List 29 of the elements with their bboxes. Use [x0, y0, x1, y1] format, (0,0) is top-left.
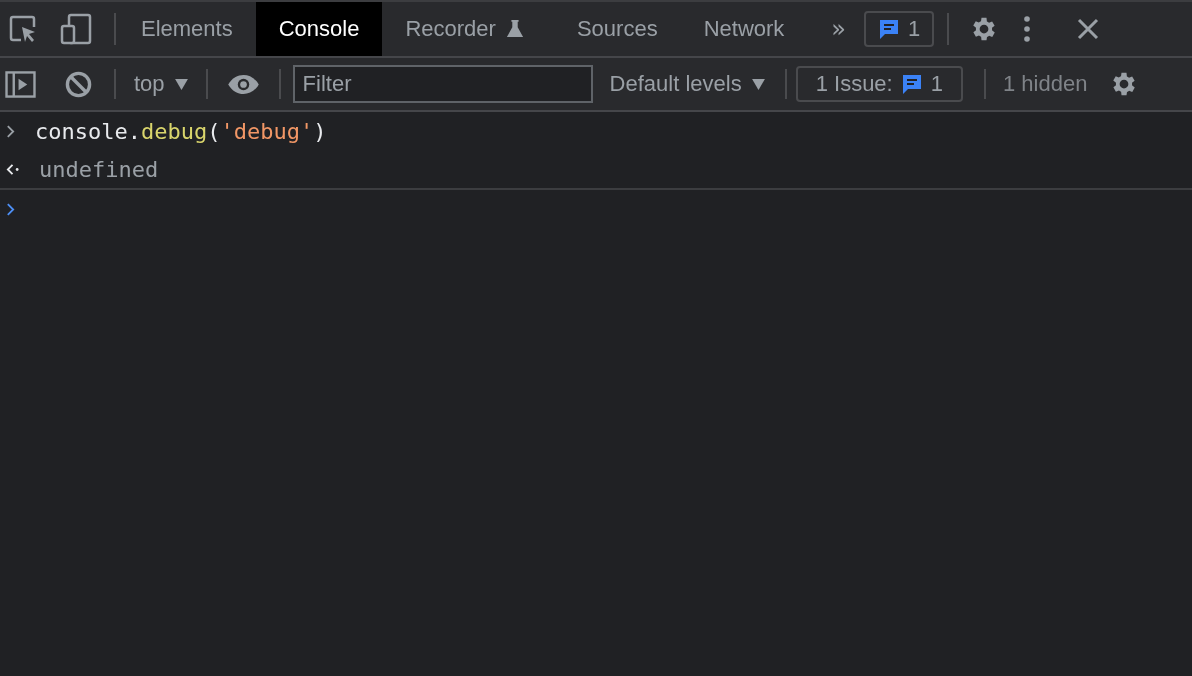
issues-button[interactable]: 1 [864, 11, 935, 47]
eye-icon[interactable] [226, 73, 260, 95]
input-chevron-icon [6, 124, 15, 138]
context-dropdown[interactable]: top [134, 71, 188, 97]
message-icon [878, 18, 900, 40]
console-command: console.debug('debug') [35, 118, 327, 144]
panel-tab[interactable]: Console [255, 2, 383, 56]
panel-tab[interactable]: Elements [118, 2, 256, 56]
more-options-icon[interactable] [1023, 15, 1032, 43]
panel-tab[interactable]: Network [680, 2, 808, 56]
hidden-count: 1 hidden [1002, 71, 1088, 97]
flask-icon [505, 19, 524, 39]
console-result: undefined [39, 156, 159, 182]
caret-icon [174, 78, 188, 90]
result-arrow-icon [6, 162, 19, 176]
message-icon [900, 73, 923, 95]
sidebar-toggle-icon[interactable] [5, 70, 36, 98]
issues-button[interactable]: 1 Issue: 1 [795, 66, 963, 102]
panel-tab[interactable]: Sources [553, 2, 681, 56]
more-tabs-button[interactable]: » [827, 15, 850, 43]
prompt-chevron-icon[interactable] [6, 202, 15, 216]
inspect-element-icon[interactable] [8, 14, 38, 44]
caret-icon [751, 78, 765, 90]
device-toolbar-icon[interactable] [60, 13, 92, 45]
filter-field[interactable]: Filter [292, 65, 593, 103]
clear-console-icon[interactable] [65, 70, 92, 98]
panel-tab[interactable]: Recorder [382, 2, 554, 56]
log-levels-dropdown[interactable]: Default levels [609, 71, 765, 97]
close-icon[interactable] [1077, 18, 1100, 40]
